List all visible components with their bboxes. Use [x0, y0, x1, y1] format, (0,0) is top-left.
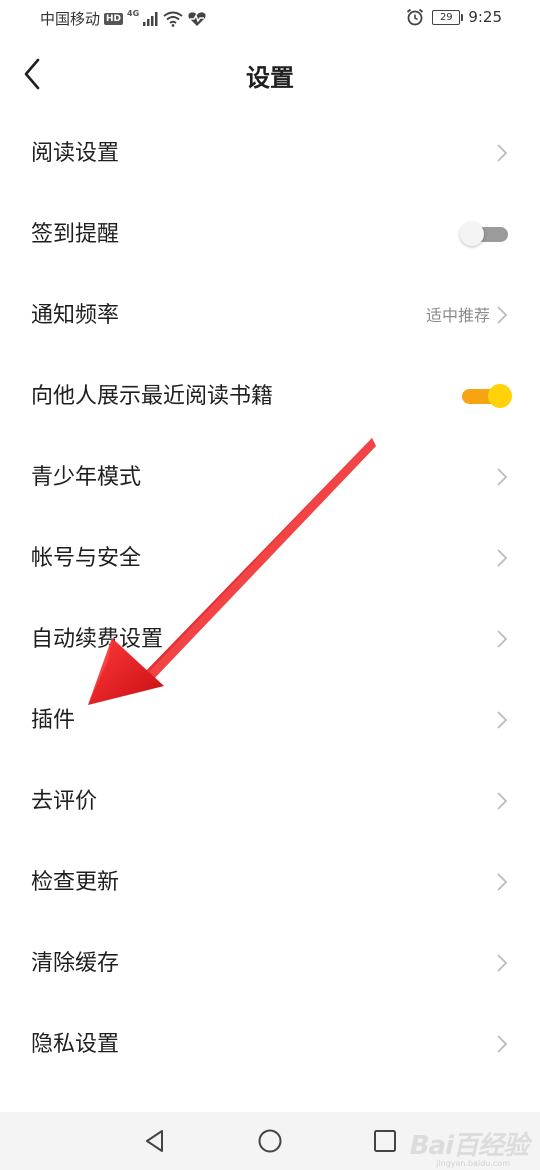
setting-label: 通知频率	[31, 303, 120, 328]
hd-badge: HD	[104, 12, 124, 25]
setting-label: 插件	[31, 708, 76, 733]
setting-reading[interactable]: 阅读设置	[0, 113, 540, 194]
signin-reminder-toggle[interactable]	[460, 222, 512, 246]
chevron-right-icon	[497, 468, 508, 486]
watermark-url: jingyan.baidu.com	[436, 1159, 510, 1168]
chevron-right-icon	[497, 711, 508, 729]
alarm-icon	[407, 8, 424, 26]
watermark-logo: Bai百经验	[409, 1131, 529, 1161]
setting-auto-renew[interactable]: 自动续费设置	[0, 599, 540, 680]
toggle-knob	[460, 222, 484, 246]
setting-label: 去评价	[31, 789, 98, 814]
chevron-right-icon	[497, 792, 508, 810]
setting-youth-mode[interactable]: 青少年模式	[0, 437, 540, 518]
setting-privacy[interactable]: 隐私设置	[0, 1004, 540, 1085]
setting-value: 适中推荐	[425, 306, 490, 325]
setting-label: 帐号与安全	[31, 546, 142, 571]
setting-label: 清除缓存	[31, 951, 120, 976]
carrier-name: 中国移动	[40, 10, 101, 28]
nav-recents-icon[interactable]	[372, 1128, 398, 1154]
clock-time: 9:25	[468, 8, 502, 26]
setting-notification-frequency[interactable]: 通知频率 适中推荐	[0, 275, 540, 356]
setting-plugins[interactable]: 插件	[0, 680, 540, 761]
battery-level: 29	[439, 11, 453, 23]
show-recent-books-toggle[interactable]	[460, 384, 512, 408]
chevron-right-icon	[497, 630, 508, 648]
setting-label: 青少年模式	[31, 465, 142, 490]
setting-label: 签到提醒	[31, 222, 120, 247]
setting-clear-cache[interactable]: 清除缓存	[0, 923, 540, 1004]
chevron-right-icon	[497, 1035, 508, 1053]
signal-icon	[143, 11, 158, 26]
chevron-right-icon	[497, 306, 508, 324]
status-left: 中国移动 HD 4G	[40, 8, 207, 29]
setting-label: 自动续费设置	[31, 627, 164, 652]
setting-rate[interactable]: 去评价	[0, 761, 540, 842]
network-type: 4G	[127, 9, 140, 18]
setting-label: 阅读设置	[31, 141, 120, 166]
heart-rate-icon	[188, 11, 206, 26]
toggle-knob	[488, 384, 512, 408]
setting-show-recent-books: 向他人展示最近阅读书籍	[0, 356, 540, 437]
setting-check-update[interactable]: 检查更新	[0, 842, 540, 923]
setting-label: 隐私设置	[31, 1032, 120, 1057]
setting-label: 向他人展示最近阅读书籍	[31, 384, 274, 409]
chevron-right-icon	[497, 549, 508, 567]
setting-account-security[interactable]: 帐号与安全	[0, 518, 540, 599]
setting-label: 检查更新	[31, 870, 120, 895]
battery-icon: 29	[432, 9, 464, 25]
nav-back-icon[interactable]	[142, 1128, 168, 1154]
page-title: 设置	[246, 64, 294, 92]
status-right: 29 9:25	[406, 8, 502, 26]
chevron-right-icon	[497, 144, 508, 162]
nav-home-icon[interactable]	[257, 1128, 283, 1154]
setting-signin-reminder: 签到提醒	[0, 194, 540, 275]
title-bar: 设置	[0, 38, 540, 112]
status-bar: 中国移动 HD 4G 29 9:25	[0, 0, 540, 38]
system-nav-bar: Bai百经验 jingyan.baidu.com	[0, 1112, 540, 1170]
wifi-icon	[163, 11, 183, 27]
chevron-right-icon	[497, 873, 508, 891]
chevron-right-icon	[497, 954, 508, 972]
settings-list: 阅读设置 签到提醒 通知频率 适中推荐 向他人展示最近阅读书籍 青少年模式 帐号…	[0, 113, 540, 1085]
